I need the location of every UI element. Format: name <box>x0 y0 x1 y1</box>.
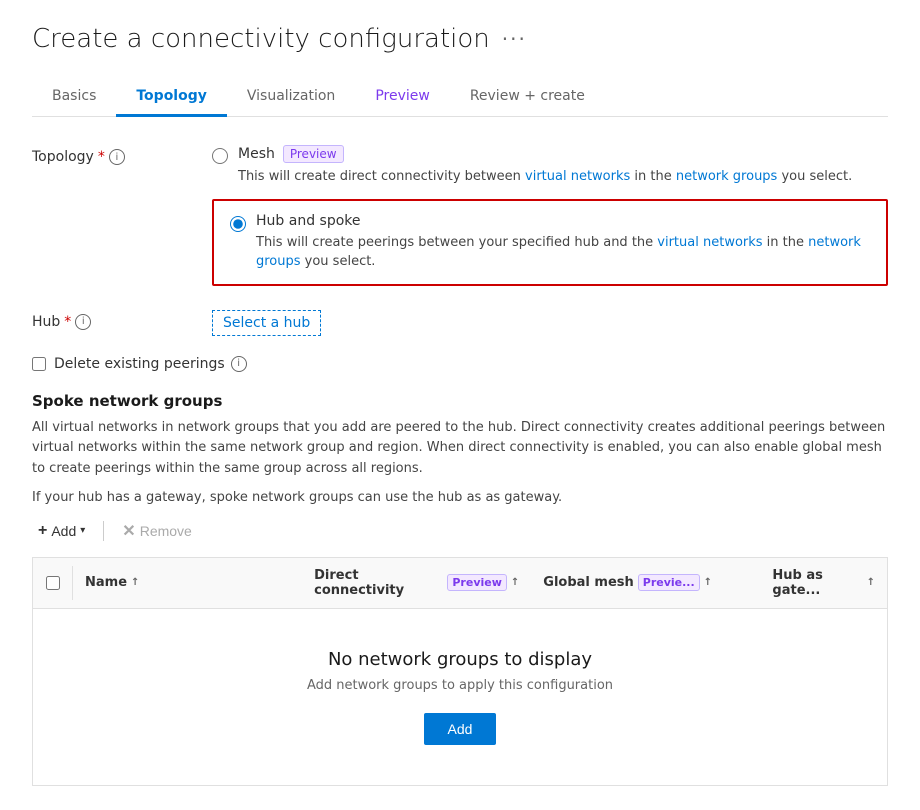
header-checkbox-cell <box>33 566 73 600</box>
add-icon: + <box>38 522 47 540</box>
hub-info-icon[interactable]: i <box>75 314 91 330</box>
topology-info-icon[interactable]: i <box>109 149 125 165</box>
toolbar-separator <box>103 521 104 541</box>
empty-title: No network groups to display <box>328 649 592 670</box>
remove-icon: ✕ <box>122 521 135 541</box>
hub-spoke-label-group: Hub and spoke This will create peerings … <box>256 213 870 272</box>
th-hub-as-gateway: Hub as gate... ↑ <box>760 558 887 608</box>
direct-connectivity-preview-badge: Preview <box>447 574 507 591</box>
header-checkbox[interactable] <box>46 576 60 590</box>
page-title: Create a connectivity configuration <box>32 24 490 54</box>
th-global-mesh: Global mesh Previe... ↑ <box>531 564 760 601</box>
form-section: Topology * i Mesh Preview This will crea… <box>32 145 888 786</box>
tab-topology[interactable]: Topology <box>116 78 227 117</box>
tab-review-create[interactable]: Review + create <box>450 78 605 117</box>
empty-state-add-button[interactable]: Add <box>424 713 497 745</box>
th-name: Name ↑ <box>73 565 302 600</box>
required-indicator: * <box>98 149 105 165</box>
topology-label: Topology * i <box>32 145 212 165</box>
hub-spoke-box: Hub and spoke This will create peerings … <box>212 199 888 286</box>
th-direct-connectivity: Direct connectivity Preview ↑ <box>302 558 531 608</box>
topology-options: Mesh Preview This will create direct con… <box>212 145 888 290</box>
global-mesh-preview-badge: Previe... <box>638 574 700 591</box>
topology-hub-spoke-option: Hub and spoke This will create peerings … <box>230 213 870 272</box>
add-button[interactable]: + Add ▾ <box>32 518 91 544</box>
spoke-description-1: All virtual networks in network groups t… <box>32 418 888 480</box>
hub-field-content: Select a hub <box>212 310 888 336</box>
topology-field-row: Topology * i Mesh Preview This will crea… <box>32 145 888 290</box>
hub-required-indicator: * <box>64 314 71 330</box>
select-hub-link[interactable]: Select a hub <box>212 310 321 336</box>
delete-peerings-label[interactable]: Delete existing peerings i <box>54 356 247 372</box>
delete-peerings-checkbox[interactable] <box>32 357 46 371</box>
mesh-label-group: Mesh Preview This will create direct con… <box>238 145 852 187</box>
mesh-label[interactable]: Mesh <box>238 146 275 162</box>
topology-mesh-option: Mesh Preview This will create direct con… <box>212 145 888 187</box>
empty-state: No network groups to display Add network… <box>32 609 888 786</box>
empty-subtitle: Add network groups to apply this configu… <box>307 678 613 693</box>
add-chevron-icon: ▾ <box>80 525 85 536</box>
spoke-network-groups-section: Spoke network groups All virtual network… <box>32 392 888 786</box>
hub-spoke-label[interactable]: Hub and spoke <box>256 213 361 229</box>
spoke-section-heading: Spoke network groups <box>32 392 888 410</box>
add-label: Add <box>51 523 76 539</box>
hub-as-gate-sort-icon[interactable]: ↑ <box>867 577 875 588</box>
table-header: Name ↑ Direct connectivity Preview ↑ Glo… <box>33 558 887 609</box>
tab-visualization[interactable]: Visualization <box>227 78 355 117</box>
hub-field-row: Hub * i Select a hub <box>32 310 888 336</box>
spoke-description-2: If your hub has a gateway, spoke network… <box>32 488 888 509</box>
delete-peerings-row: Delete existing peerings i <box>32 356 888 372</box>
mesh-description: This will create direct connectivity bet… <box>238 167 852 187</box>
remove-button[interactable]: ✕ Remove <box>116 517 198 545</box>
mesh-title: Mesh Preview <box>238 145 852 163</box>
direct-connectivity-sort-icon[interactable]: ↑ <box>511 577 519 588</box>
topology-mesh-radio[interactable] <box>212 148 228 164</box>
tab-bar: Basics Topology Visualization Preview Re… <box>32 78 888 117</box>
network-groups-table: Name ↑ Direct connectivity Preview ↑ Glo… <box>32 557 888 609</box>
hub-spoke-title: Hub and spoke <box>256 213 870 229</box>
delete-peerings-info-icon[interactable]: i <box>231 356 247 372</box>
hub-label: Hub * i <box>32 310 212 330</box>
name-sort-icon[interactable]: ↑ <box>131 577 139 588</box>
tab-preview[interactable]: Preview <box>355 78 450 117</box>
page-title-row: Create a connectivity configuration ··· <box>32 24 888 54</box>
tab-basics[interactable]: Basics <box>32 78 116 117</box>
hub-spoke-description: This will create peerings between your s… <box>256 233 870 272</box>
spoke-toolbar: + Add ▾ ✕ Remove <box>32 517 888 545</box>
global-mesh-sort-icon[interactable]: ↑ <box>704 577 712 588</box>
remove-label: Remove <box>140 523 192 539</box>
mesh-preview-badge: Preview <box>283 145 344 163</box>
topology-hub-spoke-radio[interactable] <box>230 216 246 232</box>
more-options-icon[interactable]: ··· <box>502 27 527 51</box>
